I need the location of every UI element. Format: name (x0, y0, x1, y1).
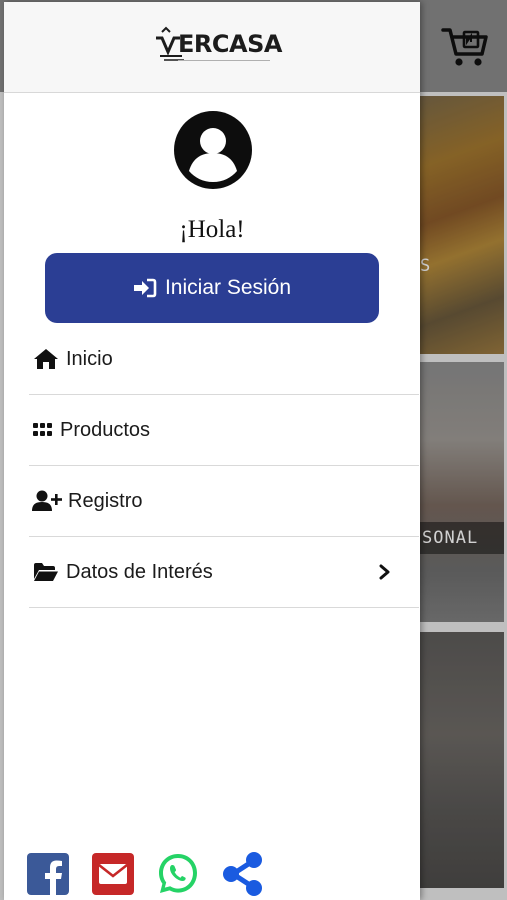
email-icon[interactable] (91, 852, 135, 896)
whatsapp-icon[interactable] (156, 852, 200, 896)
login-button[interactable]: Iniciar Sesión (45, 253, 379, 323)
menu-item-label: Registro (68, 489, 143, 512)
brand-logo-text: ERCASA (178, 30, 282, 58)
menu-item-label: Inicio (66, 347, 113, 370)
app-screen: S SONAL ERCASA ¡Hola! Iniciar Sesión Ini… (0, 0, 507, 900)
share-icon[interactable] (221, 852, 265, 896)
folder-open-icon (32, 560, 60, 584)
social-links (26, 850, 286, 898)
navigation-drawer: ERCASA ¡Hola! Iniciar Sesión Inicio Prod… (4, 2, 420, 900)
menu-item-datos-de-interes[interactable]: Datos de Interés (29, 537, 419, 608)
logo-underline (178, 60, 270, 61)
drawer-header: ERCASA (4, 2, 420, 93)
login-button-label: Iniciar Sesión (164, 276, 292, 299)
user-plus-icon (32, 489, 62, 513)
sign-in-icon (133, 278, 157, 298)
home-icon (32, 347, 60, 371)
menu-item-productos[interactable]: Productos (29, 395, 419, 466)
facebook-icon[interactable] (26, 852, 70, 896)
chevron-right-icon (379, 564, 390, 580)
menu-item-label: Productos (60, 418, 151, 441)
menu-item-inicio[interactable]: Inicio (29, 324, 419, 395)
menu-item-registro[interactable]: Registro (29, 466, 419, 537)
user-avatar-icon[interactable] (174, 111, 252, 189)
grid-dots-icon (32, 418, 54, 442)
brand-logo[interactable]: ERCASA (154, 24, 282, 64)
drawer-menu: Inicio Productos Registro Datos de Inter… (29, 324, 419, 608)
greeting-text: ¡Hola! (179, 216, 245, 243)
menu-item-label: Datos de Interés (66, 560, 213, 583)
